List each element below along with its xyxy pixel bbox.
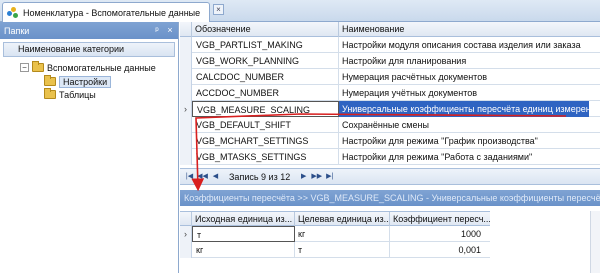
tree-item-label: Таблицы bbox=[59, 89, 96, 100]
cell-source-unit[interactable]: т bbox=[192, 226, 295, 242]
row-indicator bbox=[180, 69, 192, 85]
row-indicator bbox=[180, 37, 192, 53]
cell-target-unit[interactable]: т bbox=[295, 242, 390, 258]
cell-code[interactable]: CALCDOC_NUMBER bbox=[192, 69, 339, 85]
cell-source-unit[interactable]: кг bbox=[192, 242, 295, 258]
cell-code[interactable]: VGB_MTASKS_SETTINGS bbox=[192, 149, 339, 165]
column-header-source-unit[interactable]: Исходная единица из... bbox=[192, 212, 295, 226]
pin-icon[interactable]: ᵖ bbox=[152, 25, 162, 35]
main-area: Обозначение Наименование VGB_PARTLIST_MA… bbox=[180, 22, 600, 273]
table-row[interactable]: VGB_DEFAULT_SHIFT Сохранённые смены bbox=[180, 117, 600, 133]
column-header-code[interactable]: Обозначение bbox=[192, 22, 339, 37]
detail-grid-header: Исходная единица из... Целевая единица и… bbox=[180, 211, 490, 226]
column-header-target-unit[interactable]: Целевая единица из... bbox=[295, 212, 390, 226]
indicator-header bbox=[180, 212, 192, 226]
column-header-name[interactable]: Наименование bbox=[339, 22, 600, 37]
folders-panel-header: Папки ᵖ × bbox=[0, 22, 178, 39]
cell-code[interactable]: VGB_PARTLIST_MAKING bbox=[192, 37, 339, 53]
folders-panel: Папки ᵖ × Наименование категории − Вспом… bbox=[0, 22, 179, 273]
row-indicator bbox=[180, 242, 192, 258]
next-record-button[interactable]: ▶ bbox=[298, 171, 309, 182]
table-row[interactable]: VGB_WORK_PLANNING Настройки для планиров… bbox=[180, 53, 600, 69]
cell-target-unit[interactable]: кг bbox=[295, 226, 390, 242]
folder-icon bbox=[32, 61, 44, 72]
category-column-header[interactable]: Наименование категории bbox=[3, 42, 175, 57]
table-row[interactable]: VGB_MTASKS_SETTINGS Настройки для режима… bbox=[180, 149, 600, 165]
cell-name[interactable]: Универсальные коэффициенты пересчёта еди… bbox=[339, 101, 589, 117]
cell-code[interactable]: ACCDOC_NUMBER bbox=[192, 85, 339, 101]
row-indicator bbox=[180, 85, 192, 101]
first-record-button[interactable]: |◀ bbox=[184, 171, 195, 182]
cell-name[interactable]: Нумерация расчётных документов bbox=[339, 69, 589, 85]
cell-factor[interactable]: 0,001 bbox=[390, 242, 484, 258]
tree-item-label: Вспомогательные данные bbox=[47, 62, 156, 73]
record-navigator: |◀ ◀◀ ◀ Запись 9 из 12 ▶ ▶▶ ▶| bbox=[180, 168, 600, 185]
folder-icon bbox=[44, 75, 56, 86]
table-row[interactable]: VGB_PARTLIST_MAKING Настройки модуля опи… bbox=[180, 37, 600, 53]
panel-close-icon[interactable]: × bbox=[165, 25, 175, 35]
record-counter: Запись 9 из 12 bbox=[229, 171, 291, 182]
tree-item-label: Настройки bbox=[59, 75, 112, 88]
row-indicator bbox=[180, 117, 192, 133]
next-page-button[interactable]: ▶▶ bbox=[311, 171, 322, 182]
cell-name[interactable]: Настройки для режима "Работа с заданиями… bbox=[339, 149, 589, 165]
folders-panel-title: Папки bbox=[4, 25, 30, 36]
cell-name[interactable]: Сохранённые смены bbox=[339, 117, 589, 133]
cell-name[interactable]: Настройки модуля описания состава издели… bbox=[339, 37, 589, 53]
table-row[interactable]: ACCDOC_NUMBER Нумерация учётных документ… bbox=[180, 85, 600, 101]
cell-code[interactable]: VGB_WORK_PLANNING bbox=[192, 53, 339, 69]
tree-item-auxiliary-data[interactable]: − Вспомогательные данные bbox=[20, 61, 156, 74]
current-row-indicator: › bbox=[180, 101, 192, 117]
prev-record-button[interactable]: ◀ bbox=[210, 171, 221, 182]
prev-page-button[interactable]: ◀◀ bbox=[197, 171, 208, 182]
detail-panel-header: Коэффициенты пересчёта >> VGB_MEASURE_SC… bbox=[180, 190, 600, 206]
tree-item-settings[interactable]: Настройки bbox=[44, 75, 112, 88]
current-row-indicator: › bbox=[180, 226, 192, 242]
table-row-selected[interactable]: › VGB_MEASURE_SCALING Универсальные коэф… bbox=[180, 101, 600, 117]
collapse-icon[interactable]: − bbox=[20, 63, 29, 72]
cell-factor[interactable]: 1000 bbox=[390, 226, 484, 242]
cell-code[interactable]: VGB_MEASURE_SCALING bbox=[192, 101, 339, 117]
cell-code[interactable]: VGB_DEFAULT_SHIFT bbox=[192, 117, 339, 133]
detail-row[interactable]: кг т 0,001 bbox=[180, 242, 490, 258]
grid-header: Обозначение Наименование bbox=[180, 22, 600, 37]
tree-item-tables[interactable]: Таблицы bbox=[44, 88, 96, 101]
detail-scrollbar[interactable] bbox=[590, 211, 600, 273]
column-header-factor[interactable]: Коэффициент пересч... bbox=[390, 212, 490, 226]
cell-name[interactable]: Настройки для планирования bbox=[339, 53, 589, 69]
detail-row-selected[interactable]: › т кг 1000 bbox=[180, 226, 490, 242]
tab-title: Номенклатура - Вспомогательные данные bbox=[23, 7, 201, 18]
cell-name[interactable]: Настройки для режима "График производств… bbox=[339, 133, 589, 149]
cell-code[interactable]: VGB_MCHART_SETTINGS bbox=[192, 133, 339, 149]
tab-close-icon[interactable]: × bbox=[213, 4, 224, 15]
table-row[interactable]: CALCDOC_NUMBER Нумерация расчётных докум… bbox=[180, 69, 600, 85]
app-logo-icon bbox=[7, 6, 19, 19]
row-indicator bbox=[180, 53, 192, 69]
row-indicator bbox=[180, 133, 192, 149]
table-row[interactable]: VGB_MCHART_SETTINGS Настройки для режима… bbox=[180, 133, 600, 149]
tab-bar: Номенклатура - Вспомогательные данные × bbox=[0, 0, 600, 22]
cell-name[interactable]: Нумерация учётных документов bbox=[339, 85, 589, 101]
indicator-header bbox=[180, 22, 192, 37]
row-indicator bbox=[180, 149, 192, 165]
last-record-button[interactable]: ▶| bbox=[324, 171, 335, 182]
folder-icon bbox=[44, 88, 56, 99]
tab-nomenclature[interactable]: Номенклатура - Вспомогательные данные bbox=[2, 2, 210, 22]
